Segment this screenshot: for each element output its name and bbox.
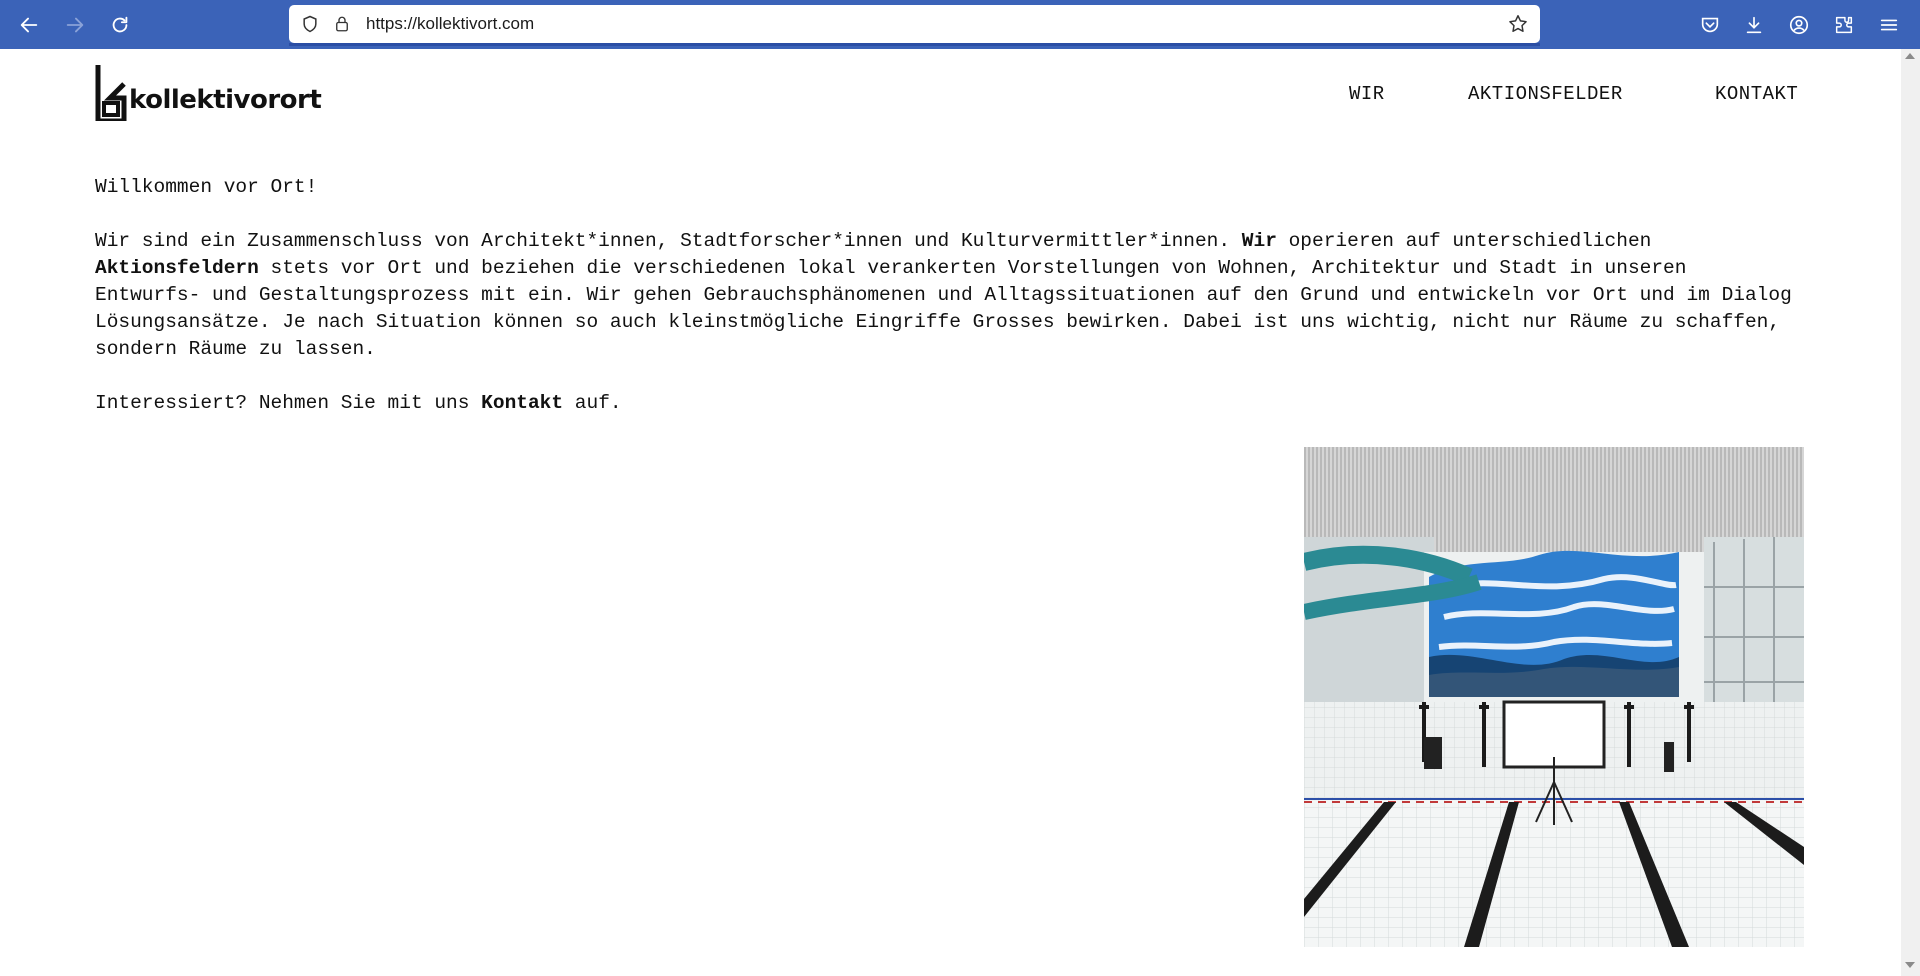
scrollbar[interactable] xyxy=(1901,49,1920,976)
extensions-icon[interactable] xyxy=(1827,8,1861,42)
intro-text-segment: stets vor Ort und beziehen die verschied… xyxy=(95,257,1792,360)
url-text[interactable]: https://kollektivort.com xyxy=(366,14,534,34)
contact-text-segment: Interessiert? Nehmen Sie mit uns xyxy=(95,392,482,414)
reload-icon[interactable] xyxy=(103,8,137,42)
scroll-down-arrow-icon[interactable] xyxy=(1905,962,1915,968)
intro-text-segment: Wir sind ein Zusammenschluss von Archite… xyxy=(95,230,1242,252)
site-logo[interactable]: kollektivorort xyxy=(95,65,322,121)
menu-icon[interactable] xyxy=(1872,8,1906,42)
contact-paragraph: Interessiert? Nehmen Sie mit uns Kontakt… xyxy=(95,390,1795,417)
pocket-icon[interactable] xyxy=(1693,8,1727,42)
shield-icon[interactable] xyxy=(299,13,321,35)
link-aktionsfeldern[interactable]: Aktionsfeldern xyxy=(95,257,259,279)
logo-mark-icon xyxy=(95,65,127,121)
greeting: Willkommen vor Ort! xyxy=(95,176,318,198)
back-icon[interactable] xyxy=(12,8,46,42)
nav-aktionsfelder[interactable]: AKTIONSFELDER xyxy=(1468,83,1623,105)
nav-wir[interactable]: WIR xyxy=(1349,83,1385,105)
intro-paragraph: Wir sind ein Zusammenschluss von Archite… xyxy=(95,228,1795,363)
scroll-up-arrow-icon[interactable] xyxy=(1905,53,1915,59)
forward-icon[interactable] xyxy=(58,8,92,42)
address-bar[interactable]: https://kollektivort.com xyxy=(289,5,1540,43)
lock-icon[interactable] xyxy=(331,13,353,35)
browser-toolbar: https://kollektivort.com xyxy=(0,0,1920,49)
intro-text-segment: operieren auf unterschiedlichen xyxy=(1276,230,1652,252)
intro-text: Willkommen vor Ort! Wir sind ein Zusamme… xyxy=(95,174,1795,444)
contact-text-segment: auf. xyxy=(563,392,622,414)
swimming-pool-photo xyxy=(1304,447,1804,947)
account-icon[interactable] xyxy=(1782,8,1816,42)
link-kontakt[interactable]: Kontakt xyxy=(481,392,563,414)
address-bar-focus-line xyxy=(289,43,1540,46)
link-wir[interactable]: Wir xyxy=(1242,230,1277,252)
logo-text: kollektivorort xyxy=(129,85,322,115)
download-icon[interactable] xyxy=(1737,8,1771,42)
nav-kontakt[interactable]: KONTAKT xyxy=(1715,83,1798,105)
star-icon[interactable] xyxy=(1507,13,1529,35)
